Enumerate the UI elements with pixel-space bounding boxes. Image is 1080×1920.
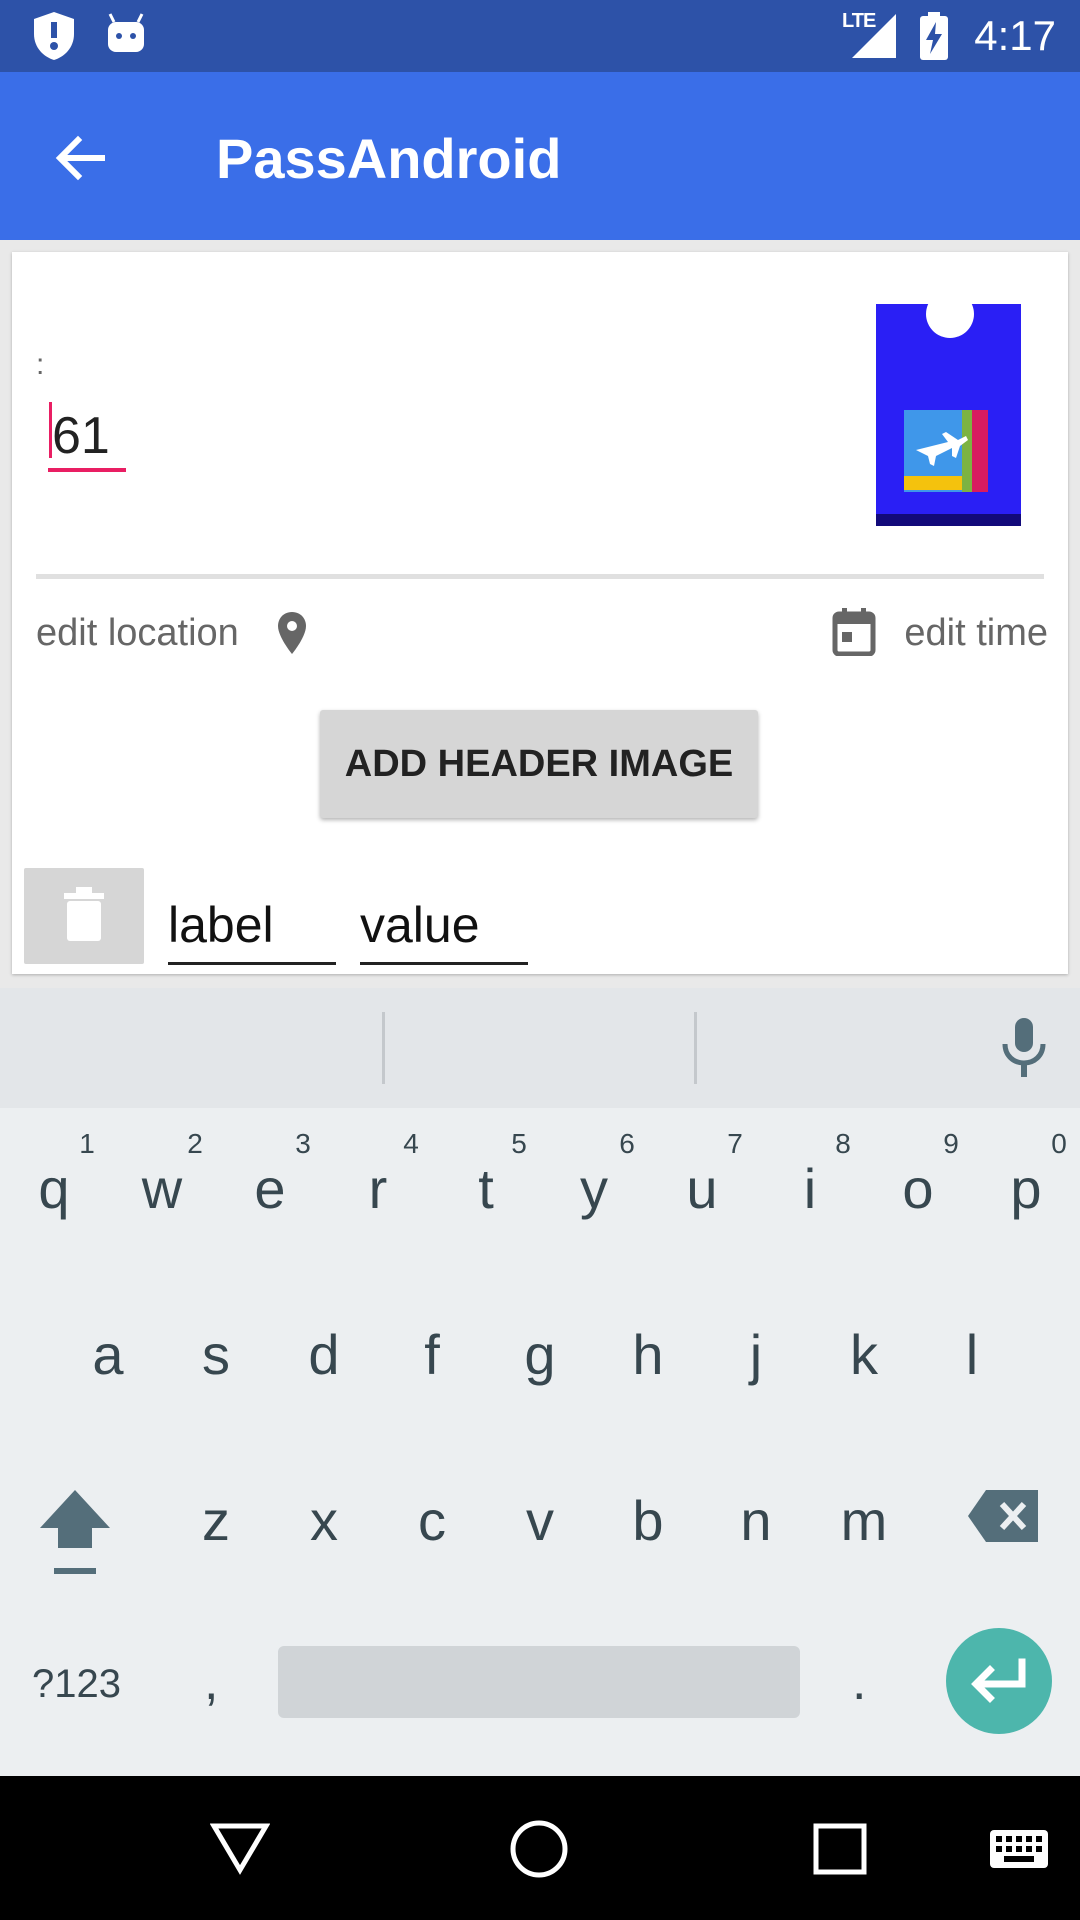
- shift-icon[interactable]: [36, 1486, 114, 1578]
- delete-field-button[interactable]: [24, 868, 144, 964]
- suggestion-strip: [0, 988, 1080, 1108]
- edit-time-link[interactable]: edit time: [904, 612, 1048, 655]
- text-cursor: [49, 402, 52, 458]
- field-label: :: [36, 348, 45, 381]
- key-w[interactable]: w: [118, 1156, 206, 1221]
- key-g[interactable]: g: [496, 1322, 584, 1387]
- navigation-bar: [0, 1776, 1080, 1920]
- shield-icon: [34, 12, 74, 60]
- key-hint-0: 0: [1051, 1128, 1067, 1159]
- key-o[interactable]: o: [874, 1156, 962, 1221]
- suggestion-divider: [694, 1012, 697, 1084]
- edit-location-link[interactable]: edit location: [36, 612, 239, 655]
- enter-icon: [971, 1658, 1026, 1703]
- key-f[interactable]: f: [388, 1322, 476, 1387]
- field-value-input[interactable]: [360, 888, 528, 965]
- key-v[interactable]: v: [496, 1488, 584, 1553]
- space-bar[interactable]: [278, 1646, 800, 1718]
- nav-back-icon[interactable]: [210, 1820, 270, 1876]
- add-header-image-button[interactable]: ADD HEADER IMAGE: [320, 710, 758, 818]
- key-r[interactable]: r: [334, 1156, 422, 1221]
- clock: 4:17: [974, 12, 1056, 59]
- key-hint-4: 4: [403, 1128, 419, 1159]
- key-s[interactable]: s: [172, 1322, 260, 1387]
- battery-charging-icon: [920, 12, 948, 60]
- key-x[interactable]: x: [280, 1488, 368, 1553]
- divider: [36, 574, 1044, 579]
- back-arrow-icon[interactable]: [40, 116, 124, 200]
- key-m[interactable]: m: [820, 1488, 908, 1553]
- key-hint-8: 8: [835, 1128, 851, 1159]
- pass-edit-card: : edit location edit t: [12, 252, 1068, 974]
- soft-keyboard: ?123 , . q1w2e3r4t5y6u7i8o9p0 asdfghjkl zx…: [0, 988, 1080, 1776]
- key-hint-9: 9: [943, 1128, 959, 1159]
- location-pin-icon[interactable]: [276, 610, 308, 656]
- key-b[interactable]: b: [604, 1488, 692, 1553]
- key-p[interactable]: p: [982, 1156, 1070, 1221]
- symbols-key[interactable]: ?123: [32, 1662, 121, 1707]
- enter-key[interactable]: [946, 1628, 1052, 1734]
- key-c[interactable]: c: [388, 1488, 476, 1553]
- key-hint-2: 2: [187, 1128, 203, 1159]
- key-hint-1: 1: [79, 1128, 95, 1159]
- key-u[interactable]: u: [658, 1156, 746, 1221]
- nav-recents-icon[interactable]: [812, 1822, 868, 1876]
- key-hint-7: 7: [727, 1128, 743, 1159]
- period-key[interactable]: .: [852, 1652, 866, 1712]
- calendar-icon[interactable]: [832, 608, 876, 656]
- trash-icon: [64, 886, 104, 941]
- keyboard-switch-icon[interactable]: [988, 1828, 1050, 1870]
- key-j[interactable]: j: [712, 1322, 800, 1387]
- key-hint-5: 5: [511, 1128, 527, 1159]
- key-a[interactable]: a: [64, 1322, 152, 1387]
- pass-notch: [926, 290, 974, 338]
- status-bar: LTE 4:17: [0, 0, 1080, 72]
- key-y[interactable]: y: [550, 1156, 638, 1221]
- nav-home-icon[interactable]: [508, 1818, 570, 1880]
- key-d[interactable]: d: [280, 1322, 368, 1387]
- app-bar: PassAndroid: [0, 72, 1080, 240]
- key-e[interactable]: e: [226, 1156, 314, 1221]
- content-area: : edit location edit t: [0, 240, 1080, 988]
- key-z[interactable]: z: [172, 1488, 260, 1553]
- field-label-input[interactable]: [168, 888, 336, 965]
- key-l[interactable]: l: [928, 1322, 1016, 1387]
- pass-value-input[interactable]: [48, 404, 126, 472]
- mic-icon[interactable]: [998, 1016, 1050, 1080]
- key-hint-6: 6: [619, 1128, 635, 1159]
- suggestion-divider: [382, 1012, 385, 1084]
- comma-key[interactable]: ,: [204, 1652, 218, 1712]
- key-h[interactable]: h: [604, 1322, 692, 1387]
- android-debug-icon: [108, 13, 144, 52]
- key-t[interactable]: t: [442, 1156, 530, 1221]
- key-n[interactable]: n: [712, 1488, 800, 1553]
- signal-icon: [852, 14, 896, 58]
- backspace-icon[interactable]: [966, 1488, 1042, 1544]
- key-i[interactable]: i: [766, 1156, 854, 1221]
- app-title: PassAndroid: [216, 127, 562, 190]
- key-k[interactable]: k: [820, 1322, 908, 1387]
- key-q[interactable]: q: [10, 1156, 98, 1221]
- key-hint-3: 3: [295, 1128, 311, 1159]
